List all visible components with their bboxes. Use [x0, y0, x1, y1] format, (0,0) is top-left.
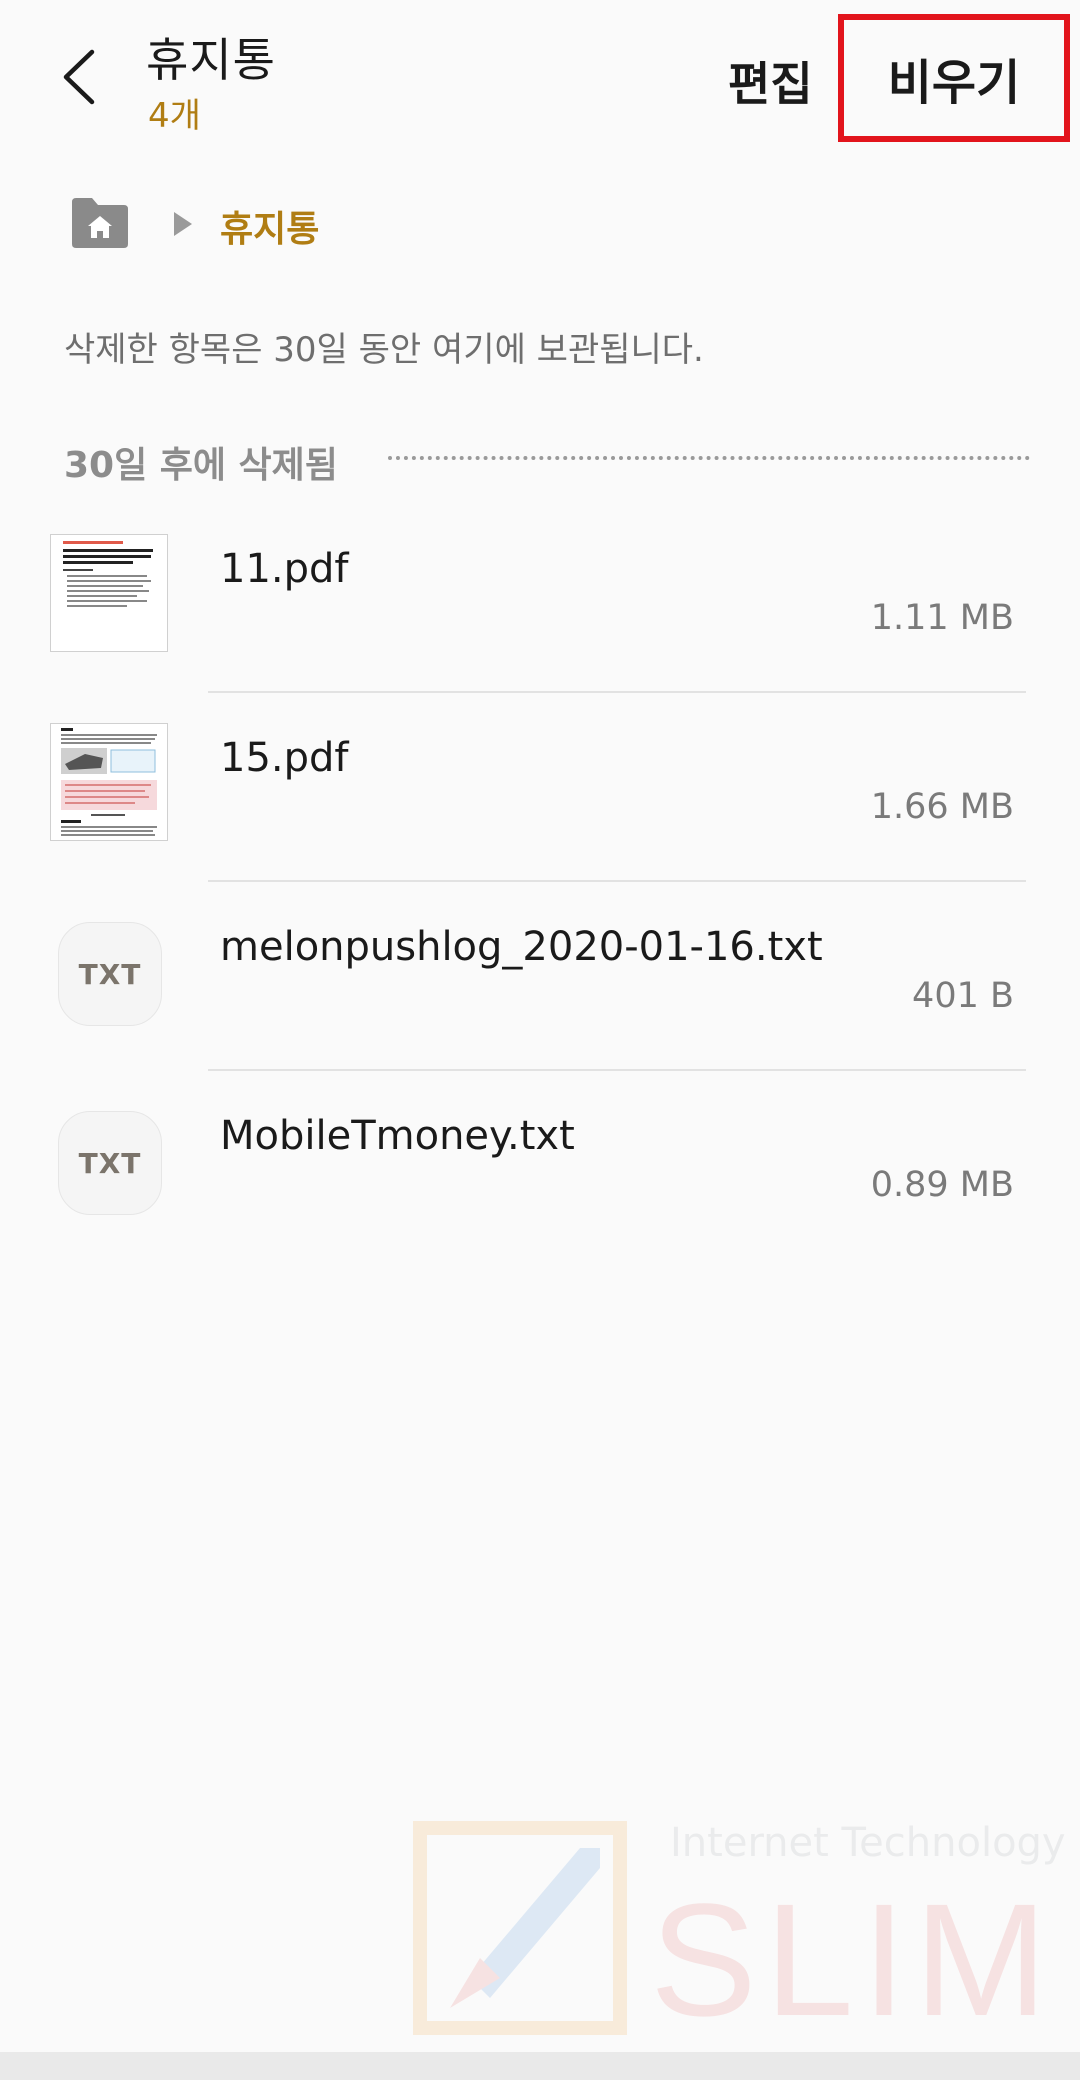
file-name: melonpushlog_2020-01-16.txt — [220, 924, 823, 970]
back-button[interactable] — [52, 44, 112, 110]
file-name: MobileTmoney.txt — [220, 1113, 575, 1159]
file-size: 1.66 MB — [870, 787, 1014, 827]
bottom-bar — [0, 2052, 1080, 2080]
txt-file-icon: TXT — [58, 1111, 162, 1215]
breadcrumb: 휴지통 — [68, 196, 668, 252]
app-header: 휴지통 4개 편집 비우기 — [0, 0, 1080, 150]
empty-trash-button[interactable]: 비우기 — [838, 14, 1070, 142]
watermark: Internet Technology SLIM — [410, 1808, 1066, 2049]
file-size: 1.11 MB — [870, 598, 1014, 638]
file-item[interactable]: TXT melonpushlog_2020-01-16.txt 401 B — [0, 882, 1080, 1071]
page-title: 휴지통 — [146, 33, 276, 87]
breadcrumb-arrow-icon — [174, 212, 192, 236]
chevron-left-icon — [63, 49, 95, 105]
watermark-subtitle: Internet Technology — [670, 1820, 1066, 1866]
file-item[interactable]: 15.pdf 1.66 MB — [0, 693, 1080, 882]
txt-icon-label: TXT — [78, 1146, 142, 1180]
section-header: 30일 후에 삭제됨 — [64, 434, 1030, 486]
pdf-thumbnail — [50, 534, 168, 652]
retention-info: 삭제한 항목은 30일 동안 여기에 보관됩니다. — [64, 330, 704, 370]
breadcrumb-current[interactable]: 휴지통 — [220, 200, 319, 252]
pdf-thumbnail — [50, 723, 168, 841]
file-item[interactable]: 11.pdf 1.11 MB — [0, 504, 1080, 693]
file-size: 401 B — [912, 976, 1014, 1016]
watermark-title: SLIM — [650, 1870, 1056, 2049]
section-divider — [388, 456, 1030, 460]
rocket-logo-icon — [413, 1821, 627, 2035]
file-item[interactable]: TXT MobileTmoney.txt 0.89 MB — [0, 1071, 1080, 1271]
file-name: 15.pdf — [220, 735, 349, 781]
home-folder-icon[interactable] — [68, 196, 132, 250]
txt-file-icon: TXT — [58, 922, 162, 1026]
edit-button[interactable]: 편집 — [728, 48, 813, 114]
file-name: 11.pdf — [220, 546, 349, 592]
empty-trash-label: 비우기 — [887, 55, 1021, 111]
txt-icon-label: TXT — [78, 957, 142, 991]
file-size: 0.89 MB — [870, 1165, 1014, 1205]
item-count: 4개 — [148, 96, 201, 136]
section-label: 30일 후에 삭제됨 — [64, 445, 338, 486]
